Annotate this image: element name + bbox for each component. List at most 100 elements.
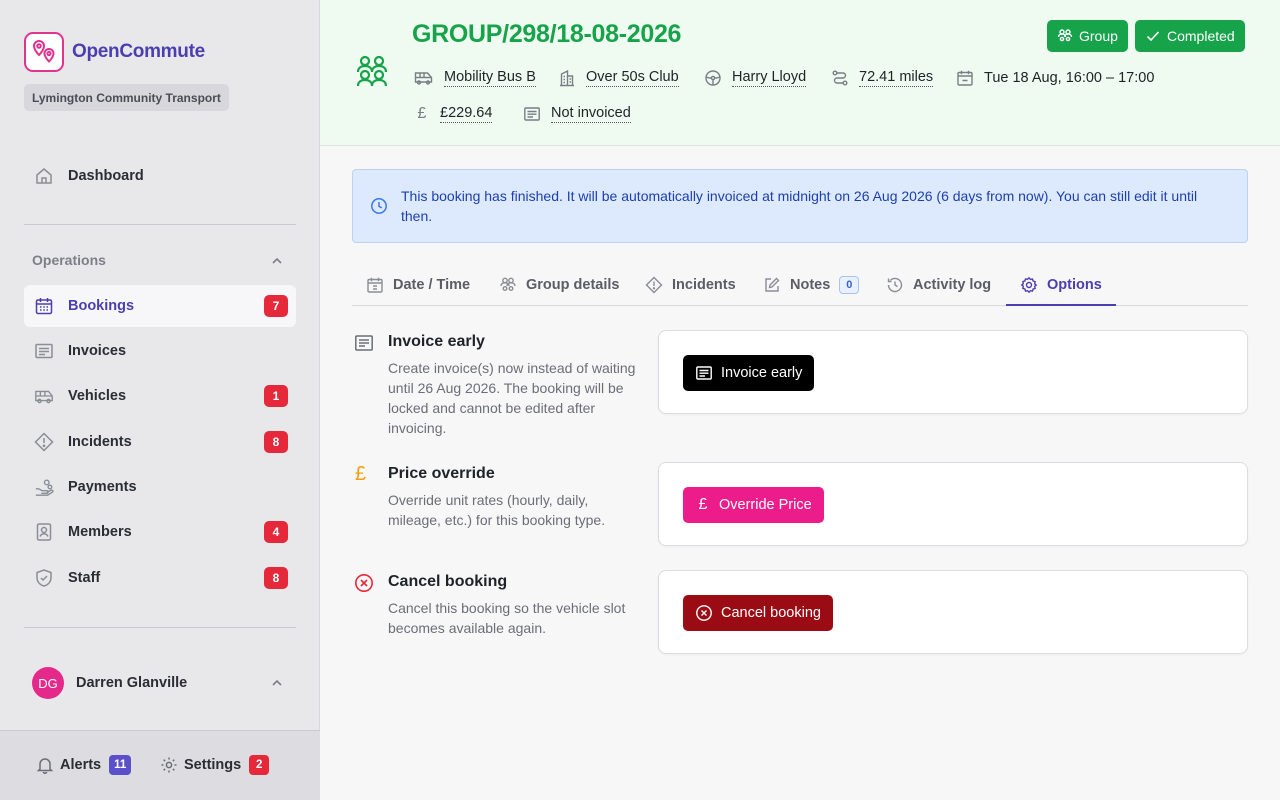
sidebar-item-members[interactable]: Members 4 xyxy=(24,511,296,553)
sidebar-item-dashboard[interactable]: Dashboard xyxy=(24,155,296,197)
tab-activity-log[interactable]: Activity log xyxy=(872,265,991,305)
bus-icon xyxy=(414,70,434,86)
cancel-circle-icon xyxy=(695,604,713,622)
group-tag-label: Group xyxy=(1079,28,1118,44)
datetime-value: Tue 18 Aug, 16:00 – 17:00 xyxy=(984,70,1155,86)
group-name: Over 50s Club xyxy=(586,69,679,87)
calendar-icon xyxy=(34,296,54,316)
warning-icon xyxy=(34,432,54,452)
sidebar-footer: Alerts 11 Settings 2 xyxy=(0,730,320,800)
bell-icon xyxy=(36,756,54,774)
price-link[interactable]: £ £229.64 xyxy=(414,105,493,123)
option-card: Cancel booking xyxy=(658,570,1248,654)
group-icon xyxy=(499,276,517,294)
tab-label: Options xyxy=(1047,276,1102,293)
alerts-button[interactable]: Alerts 11 xyxy=(36,755,132,775)
route-icon xyxy=(831,69,849,87)
sidebar-item-bookings[interactable]: Bookings 7 xyxy=(24,285,296,327)
user-menu[interactable]: DG Darren Glanville xyxy=(32,667,187,699)
booking-title: GROUP/298/18-08-2026 xyxy=(412,20,682,48)
divider xyxy=(24,627,296,628)
price-value: £229.64 xyxy=(440,105,493,123)
gear-icon xyxy=(1020,276,1038,294)
tab-label: Activity log xyxy=(913,277,992,293)
sidebar-item-staff[interactable]: Staff 8 xyxy=(24,557,296,599)
invoice-icon xyxy=(34,341,54,361)
tab-notes[interactable]: Notes 0 xyxy=(749,265,860,305)
clock-icon xyxy=(370,197,388,215)
pound-icon: £ xyxy=(698,496,708,513)
vehicle-name: Mobility Bus B xyxy=(444,69,536,87)
org-name: Lymington Community Transport xyxy=(24,84,229,111)
logo-icon xyxy=(24,32,64,72)
option-card: £ Override Price xyxy=(658,462,1248,546)
brand[interactable]: OpenCommute xyxy=(24,32,205,72)
group-link[interactable]: Over 50s Club xyxy=(558,69,679,87)
driver-name: Harry Lloyd xyxy=(732,69,807,87)
avatar: DG xyxy=(32,667,64,699)
sidebar-item-invoices[interactable]: Invoices xyxy=(24,330,296,372)
tab-date-time[interactable]: Date / Time xyxy=(352,265,470,305)
tab-group-details[interactable]: Group details xyxy=(485,265,619,305)
tab-label: Notes xyxy=(790,277,831,293)
button-label: Invoice early xyxy=(721,365,803,381)
settings-button[interactable]: Settings 2 xyxy=(160,755,270,775)
calendar-icon xyxy=(366,276,384,294)
user-name: Darren Glanville xyxy=(76,675,188,691)
alert-message: This booking has finished. It will be au… xyxy=(401,188,1198,224)
check-icon xyxy=(1145,28,1161,44)
driver-link[interactable]: Harry Lloyd xyxy=(704,69,807,87)
vehicle-link[interactable]: Mobility Bus B xyxy=(414,69,536,87)
count-badge: 8 xyxy=(264,431,288,453)
brand-name: OpenCommute xyxy=(72,41,205,62)
shield-icon xyxy=(34,568,54,588)
tab-label: Date / Time xyxy=(393,277,471,293)
distance-link[interactable]: 72.41 miles xyxy=(831,69,934,87)
building-icon xyxy=(558,69,576,87)
sidebar-item-label: Members xyxy=(68,524,132,540)
info-alert: This booking has finished. It will be au… xyxy=(352,169,1248,243)
option-title: Cancel booking xyxy=(388,573,508,590)
invoice-status: Not invoiced xyxy=(551,105,631,123)
hand-coins-icon xyxy=(34,477,54,497)
option-title: Invoice early xyxy=(388,333,485,350)
sidebar-item-incidents[interactable]: Incidents 8 xyxy=(24,421,296,463)
tab-label: Group details xyxy=(526,277,620,293)
button-label: Cancel booking xyxy=(721,605,821,621)
chevron-up-icon[interactable] xyxy=(270,676,284,690)
cancel-booking-button[interactable]: Cancel booking xyxy=(683,595,833,631)
settings-count-badge: 2 xyxy=(249,755,270,775)
override-price-button[interactable]: £ Override Price xyxy=(683,487,824,523)
sidebar-item-label: Vehicles xyxy=(68,388,127,404)
tab-options[interactable]: Options xyxy=(1006,265,1116,306)
option-description: Cancel this booking so the vehicle slot … xyxy=(388,600,626,636)
invoice-status-link[interactable]: Not invoiced xyxy=(523,105,631,123)
sidebar-item-label: Staff xyxy=(68,570,101,586)
invoice-icon xyxy=(354,333,374,353)
status-label: Completed xyxy=(1167,28,1235,44)
section-label-operations[interactable]: Operations xyxy=(32,252,106,268)
tab-incidents[interactable]: Incidents xyxy=(631,265,736,305)
sidebar-item-label: Dashboard xyxy=(68,168,144,184)
sidebar-item-label: Bookings xyxy=(68,298,135,314)
gear-icon xyxy=(160,756,178,774)
sidebar-item-payments[interactable]: Payments xyxy=(24,466,296,508)
alerts-label: Alerts xyxy=(60,757,102,773)
sidebar-item-label: Invoices xyxy=(68,343,127,359)
invoice-early-button[interactable]: Invoice early xyxy=(683,355,815,391)
cancel-circle-icon xyxy=(354,573,374,593)
warning-icon xyxy=(645,276,663,294)
bus-icon xyxy=(34,386,54,406)
sidebar-item-vehicles[interactable]: Vehicles 1 xyxy=(24,375,296,417)
divider xyxy=(24,224,296,225)
pound-icon: £ xyxy=(417,105,427,122)
alerts-count-badge: 11 xyxy=(109,755,132,775)
home-icon xyxy=(34,166,54,186)
steering-wheel-icon xyxy=(704,69,722,87)
datetime-info: Tue 18 Aug, 16:00 – 17:00 xyxy=(956,69,1154,87)
status-badge[interactable]: Completed xyxy=(1135,20,1245,52)
chevron-up-icon[interactable] xyxy=(270,254,284,268)
pound-icon: £ xyxy=(355,463,367,485)
notes-count-badge: 0 xyxy=(839,276,860,294)
group-tag[interactable]: Group xyxy=(1047,20,1128,52)
